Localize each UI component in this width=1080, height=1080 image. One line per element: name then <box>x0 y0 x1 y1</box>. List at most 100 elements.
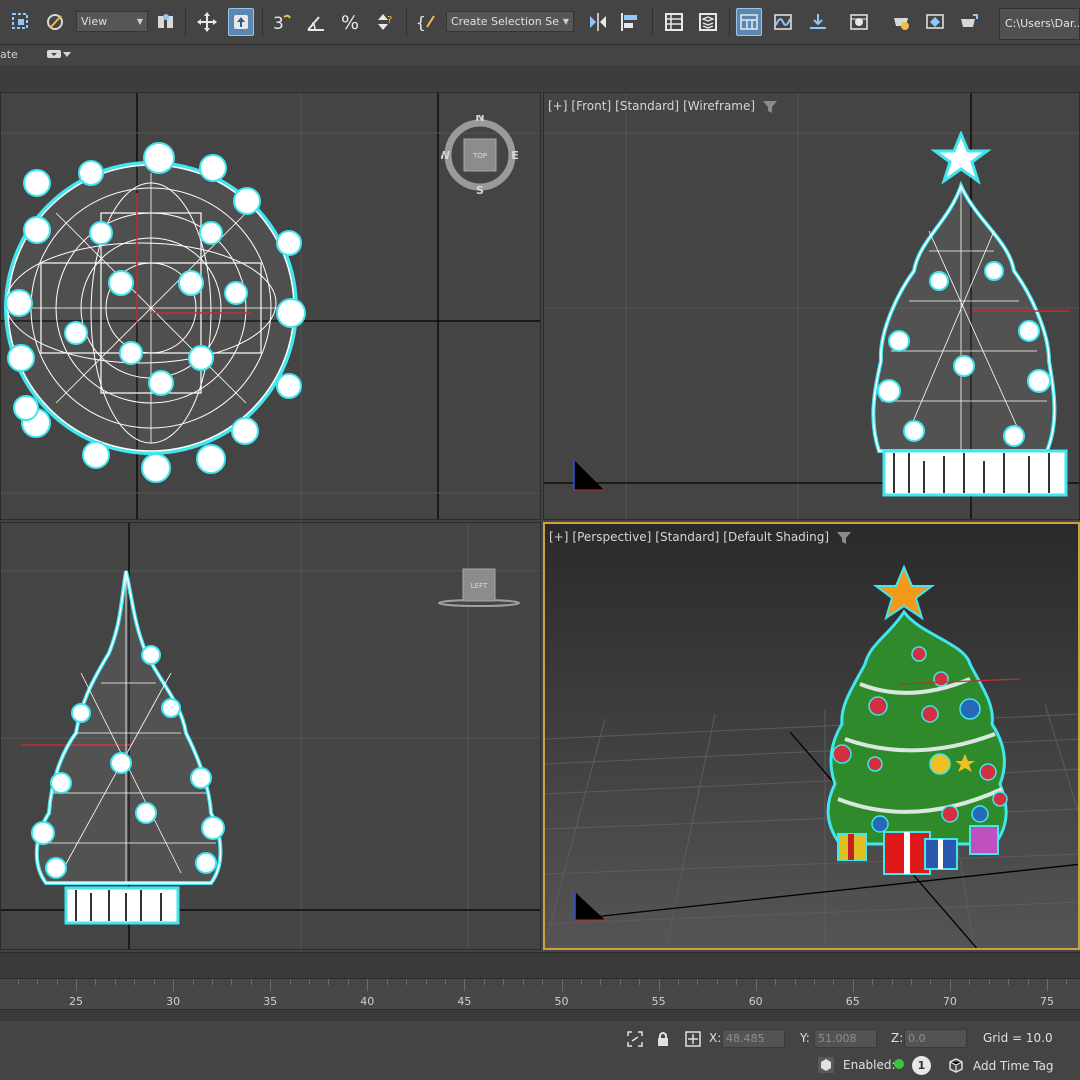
timeline-tick <box>891 979 893 985</box>
timeline-tick <box>639 979 641 985</box>
timeline-tick <box>153 979 155 985</box>
timeline-tick <box>969 979 971 985</box>
render-production-icon[interactable] <box>956 8 982 36</box>
time-tag-icon[interactable] <box>947 1057 965 1075</box>
layer-explorer-icon[interactable] <box>695 8 721 36</box>
timeline-tick <box>406 979 408 985</box>
z-label: Z: <box>891 1031 904 1045</box>
schematic-view-icon[interactable] <box>805 8 831 36</box>
timeline-tick <box>619 979 621 985</box>
timeline-tick-label: 50 <box>554 995 569 1008</box>
timeline-tick <box>775 979 777 985</box>
toggle-ribbon-icon[interactable] <box>736 8 762 36</box>
tree-left-wireframe <box>31 570 225 925</box>
timeline-tick-label: 55 <box>651 995 666 1008</box>
scene-explorer-icon[interactable] <box>661 8 687 36</box>
timeline-tick-label: 30 <box>166 995 181 1008</box>
select-region-icon[interactable] <box>8 8 34 36</box>
grid-size-readout: Grid = 10.0 <box>983 1031 1053 1045</box>
timeline-tick <box>1047 979 1048 991</box>
timeline-tick <box>600 979 602 985</box>
workspace-dropdown[interactable] <box>47 50 71 60</box>
add-time-tag-button[interactable]: Add Time Tag <box>973 1059 1054 1073</box>
tree-front-wireframe <box>871 131 1069 497</box>
viewport-shading[interactable]: [Default Shading] <box>723 530 829 544</box>
timeline-tick <box>483 979 485 985</box>
viewport-front[interactable]: [+] [Front] [Standard] [Wireframe] <box>543 92 1080 520</box>
timeline-tick <box>17 979 19 985</box>
viewport-menu-plus[interactable]: [+] <box>548 99 567 113</box>
viewport-menu-plus[interactable]: [+] <box>549 530 568 544</box>
timeline-tick <box>503 979 505 985</box>
select-manipulate-icon[interactable] <box>228 8 254 36</box>
status-bar: X: 48.485 Y: 51.008 Z: 0.0 Grid = 10.0 E… <box>0 1021 1080 1080</box>
viewport-label-perspective[interactable]: [+] [Perspective] [Standard] [Default Shadi… <box>549 530 851 544</box>
timeline-tick <box>794 979 796 985</box>
filter-icon <box>836 531 851 544</box>
svg-text:S: S <box>476 184 484 195</box>
timeline-tick <box>464 979 466 991</box>
rendered-frame-window-icon[interactable] <box>922 8 948 36</box>
mirror-icon[interactable] <box>585 8 611 36</box>
percent-snap-icon[interactable]: % <box>338 8 364 36</box>
timeline-tick <box>173 979 175 991</box>
timeline-tick <box>697 979 699 985</box>
curve-editor-icon[interactable] <box>770 8 796 36</box>
edit-named-selections-icon[interactable]: { <box>413 8 439 36</box>
snaps-toggle-icon[interactable]: 3 <box>269 8 295 36</box>
timeline-tick <box>755 979 757 991</box>
viewcube-left[interactable]: LEFT <box>437 567 521 611</box>
window-crossing-icon[interactable] <box>42 8 68 36</box>
spinner-snap-icon[interactable]: ? <box>372 8 398 36</box>
timeline-tick-label: 45 <box>457 995 472 1008</box>
angle-snap-icon[interactable] <box>303 8 329 36</box>
adaptive-degradation-icon[interactable] <box>817 1056 835 1074</box>
timeline-tick <box>444 979 446 985</box>
timeline-tick <box>813 979 815 985</box>
timeline-tick-label: 25 <box>69 995 83 1008</box>
timeline[interactable]: 25 30 35 40 45 50 55 60 65 70 75 <box>0 952 1080 1021</box>
reference-coordinate-dropdown[interactable]: View ▼ <box>76 11 148 32</box>
timeline-tick <box>76 979 77 991</box>
x-label: X: <box>709 1031 722 1045</box>
x-coordinate-field[interactable]: 48.485 <box>722 1029 785 1048</box>
enabled-count-badge[interactable]: 1 <box>912 1056 931 1075</box>
absolute-relative-transform-icon[interactable] <box>684 1030 702 1048</box>
pivot-center-icon[interactable] <box>153 8 179 36</box>
chevron-down-icon <box>63 52 71 57</box>
lock-icon[interactable] <box>654 1030 672 1048</box>
render-setup-icon[interactable] <box>888 8 914 36</box>
svg-text:W: W <box>441 149 450 162</box>
viewport-top[interactable]: TOP N S E W <box>0 92 541 520</box>
viewport-point-of-view[interactable]: [Front] <box>571 99 611 113</box>
align-icon[interactable] <box>617 8 643 36</box>
project-path-field[interactable]: C:\Users\Dar... <box>999 8 1080 40</box>
timeline-tick-label: 60 <box>748 995 763 1008</box>
filter-icon <box>762 100 777 113</box>
z-coordinate-field[interactable]: 0.0 <box>904 1029 967 1048</box>
viewport-point-of-view[interactable]: [Perspective] <box>572 530 651 544</box>
viewport-standard[interactable]: [Standard] <box>655 530 719 544</box>
viewcube-top[interactable]: TOP N S E W <box>438 111 521 197</box>
enabled-label: Enabled: <box>843 1058 896 1072</box>
time-slider-track[interactable]: 25 30 35 40 45 50 55 60 65 70 75 <box>0 978 1080 1010</box>
timeline-tick <box>1027 979 1029 985</box>
viewport-standard[interactable]: [Standard] <box>615 99 679 113</box>
timeline-tick <box>250 979 252 985</box>
viewport-label-front[interactable]: [+] [Front] [Standard] [Wireframe] <box>548 99 777 113</box>
svg-text:?: ? <box>387 15 392 26</box>
y-coordinate-field[interactable]: 51.008 <box>814 1029 877 1048</box>
named-selection-set-dropdown[interactable]: Create Selection Se ▼ <box>446 11 574 32</box>
timeline-tick-label: 65 <box>845 995 860 1008</box>
timeline-tick <box>949 979 951 991</box>
timeline-tick <box>911 979 913 985</box>
timeline-tick <box>192 979 194 985</box>
viewport-left[interactable]: LEFT <box>0 522 541 950</box>
timeline-tick <box>95 979 97 985</box>
viewport-shading[interactable]: [Wireframe] <box>683 99 755 113</box>
move-icon[interactable] <box>194 8 220 36</box>
material-editor-icon[interactable] <box>846 8 872 36</box>
isolate-selection-icon[interactable] <box>626 1030 644 1048</box>
viewport-perspective[interactable]: [+] [Perspective] [Standard] [Default Shadi… <box>543 522 1080 950</box>
timeline-tick <box>270 979 272 991</box>
